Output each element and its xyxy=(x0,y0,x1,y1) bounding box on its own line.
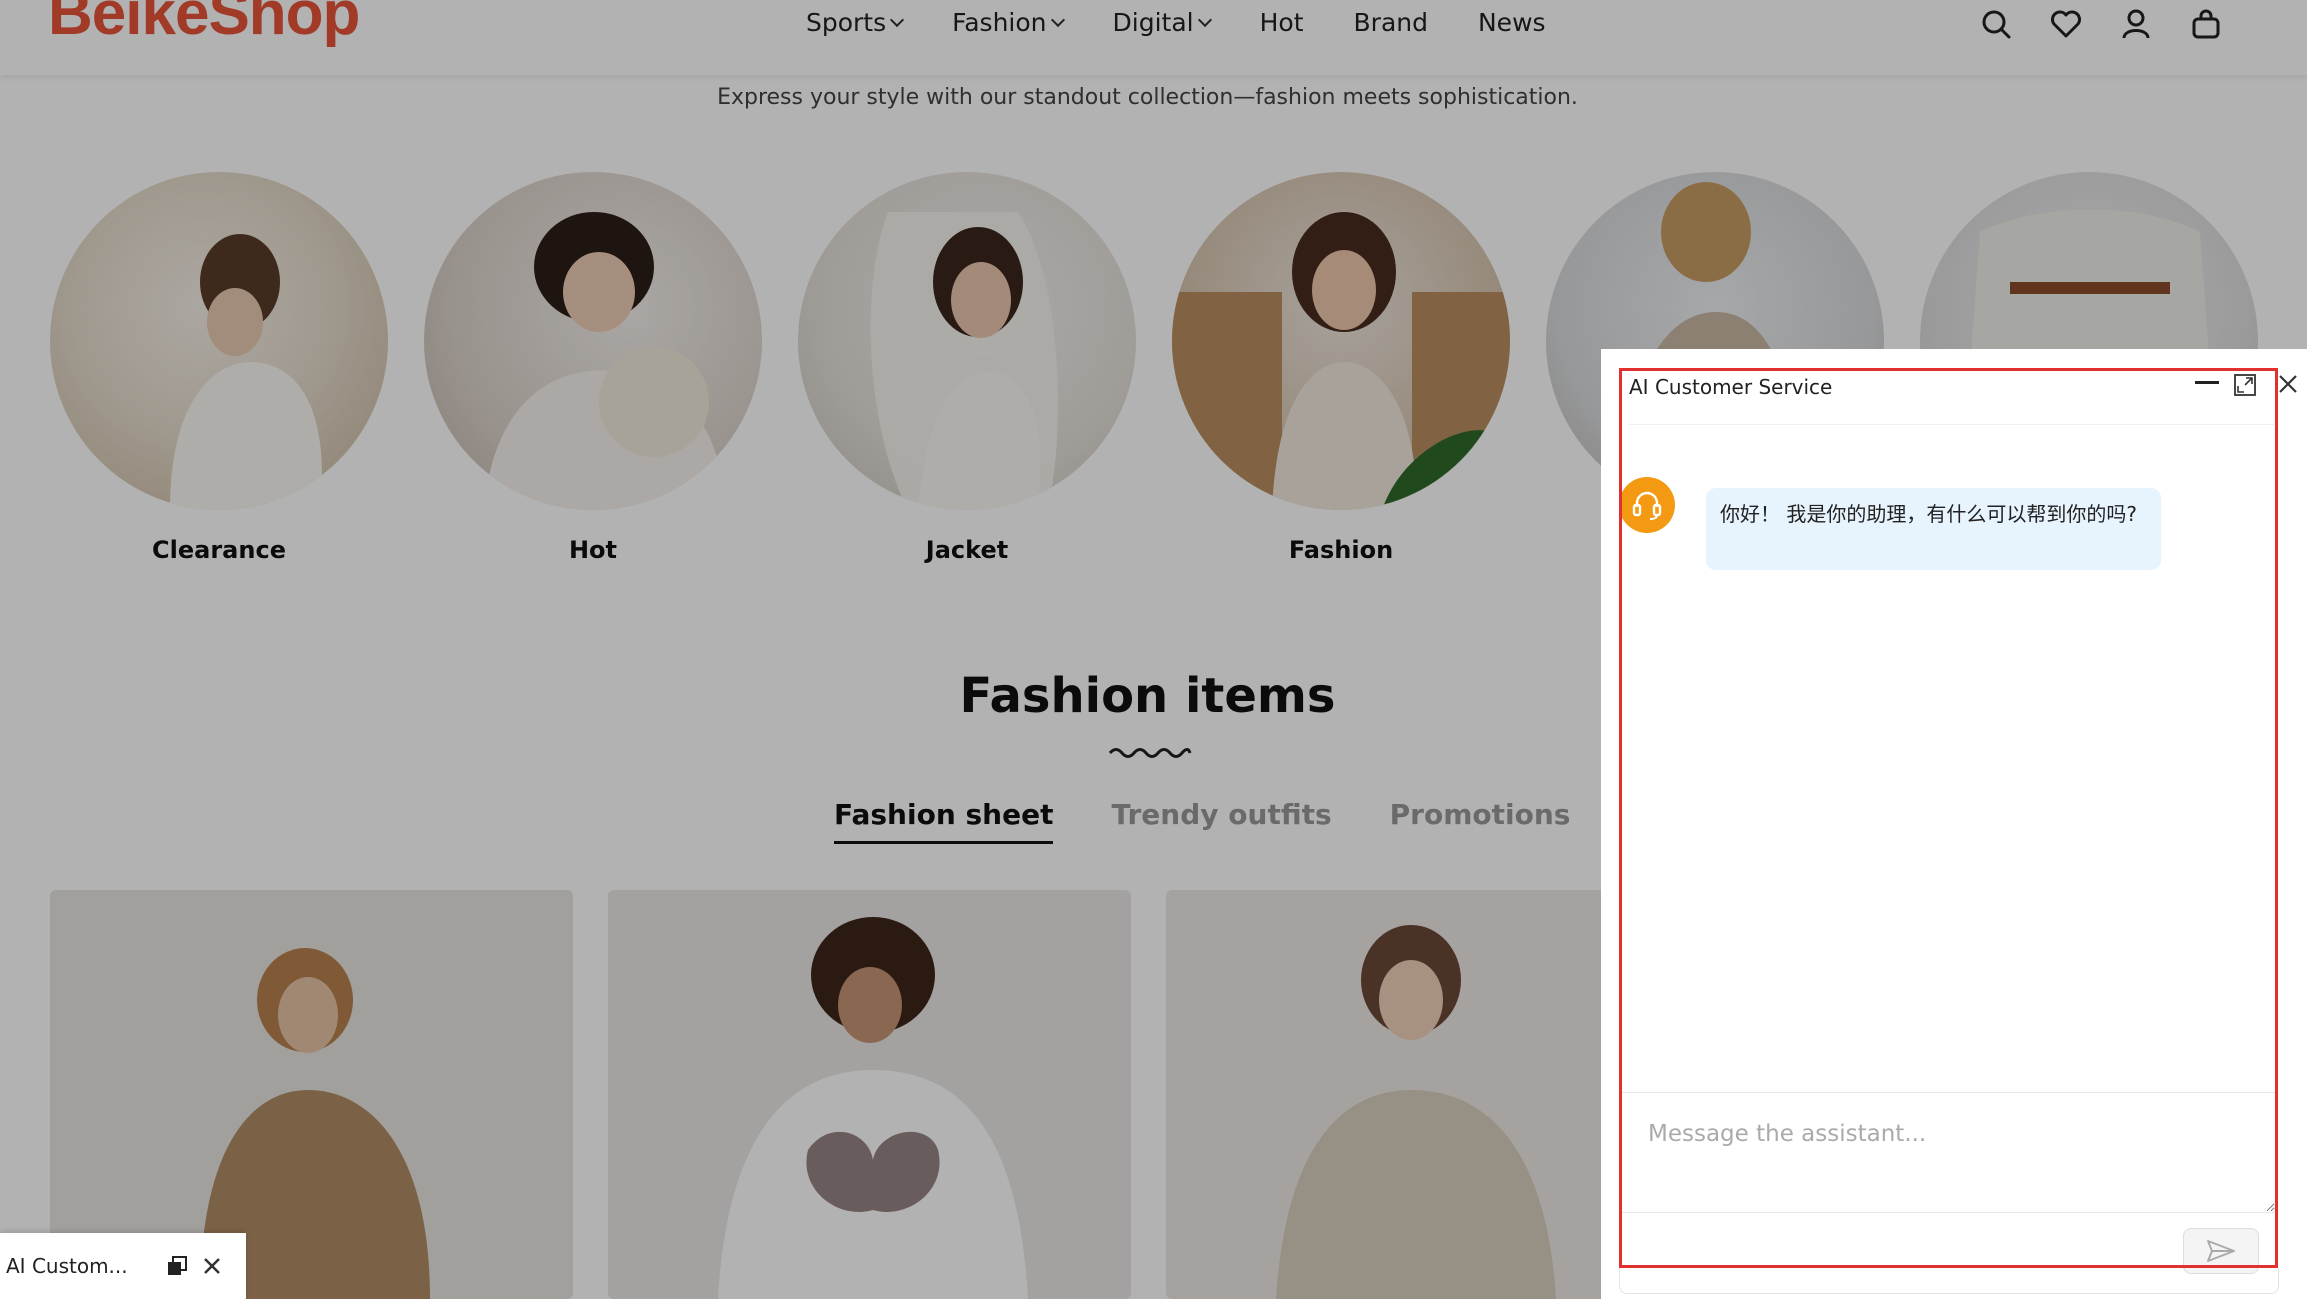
message-input-area xyxy=(1622,1092,2275,1213)
send-icon xyxy=(2207,1240,2235,1262)
chat-footer xyxy=(1619,1268,2279,1294)
minimized-chat-title: AI Custom... xyxy=(6,1254,128,1278)
headset-icon xyxy=(1632,491,1662,520)
expand-icon[interactable] xyxy=(2233,373,2257,397)
chat-title: AI Customer Service xyxy=(1629,375,1833,399)
message-input[interactable] xyxy=(1622,1093,2275,1212)
assistant-avatar xyxy=(1619,477,1675,533)
minimize-icon[interactable] xyxy=(2195,381,2219,384)
restore-icon[interactable] xyxy=(166,1255,188,1277)
chat-header: AI Customer Service xyxy=(1629,371,2297,425)
minimized-chat-tab[interactable]: AI Custom... xyxy=(0,1233,246,1299)
assistant-message: 你好！ 我是你的助理，有什么可以帮到你的吗? xyxy=(1706,488,2161,570)
close-icon[interactable] xyxy=(2277,373,2299,395)
close-icon[interactable] xyxy=(202,1256,222,1276)
